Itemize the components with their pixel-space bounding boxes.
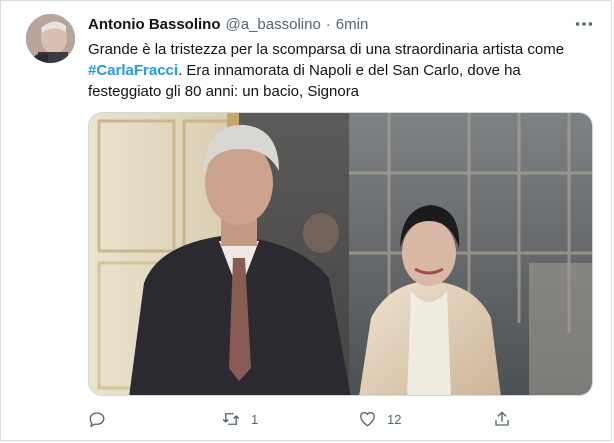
ellipsis-icon xyxy=(575,22,593,26)
tweet-actions: 1 12 xyxy=(88,408,509,430)
avatar[interactable] xyxy=(26,14,75,63)
like-count: 12 xyxy=(387,411,402,427)
retweet-icon xyxy=(222,413,240,425)
timestamp[interactable]: 6min xyxy=(336,16,369,33)
share-icon xyxy=(495,411,509,426)
retweet-button[interactable]: 1 xyxy=(221,408,258,430)
reply-icon xyxy=(89,412,105,428)
author-name[interactable]: Antonio Bassolino xyxy=(88,16,221,33)
hashtag-link[interactable]: #CarlaFracci xyxy=(88,62,178,79)
retweet-count: 1 xyxy=(251,411,259,427)
reply-button[interactable] xyxy=(88,408,116,430)
tweet-header: Antonio Bassolino @a_bassolino · 6min xyxy=(88,16,368,36)
tweet-card[interactable]: Antonio Bassolino @a_bassolino · 6min Gr… xyxy=(0,0,612,441)
like-button[interactable]: 12 xyxy=(358,408,401,430)
share-button[interactable] xyxy=(493,408,521,430)
more-options-button[interactable] xyxy=(572,13,596,35)
author-handle[interactable]: @a_bassolino xyxy=(226,16,321,33)
tweet-text: Grande è la tristezza per la scomparsa d… xyxy=(88,39,598,102)
tweet-text-before: Grande è la tristezza per la scomparsa d… xyxy=(88,41,565,58)
separator-dot: · xyxy=(325,16,331,33)
heart-icon xyxy=(360,411,375,427)
tweet-photo[interactable] xyxy=(88,112,593,396)
